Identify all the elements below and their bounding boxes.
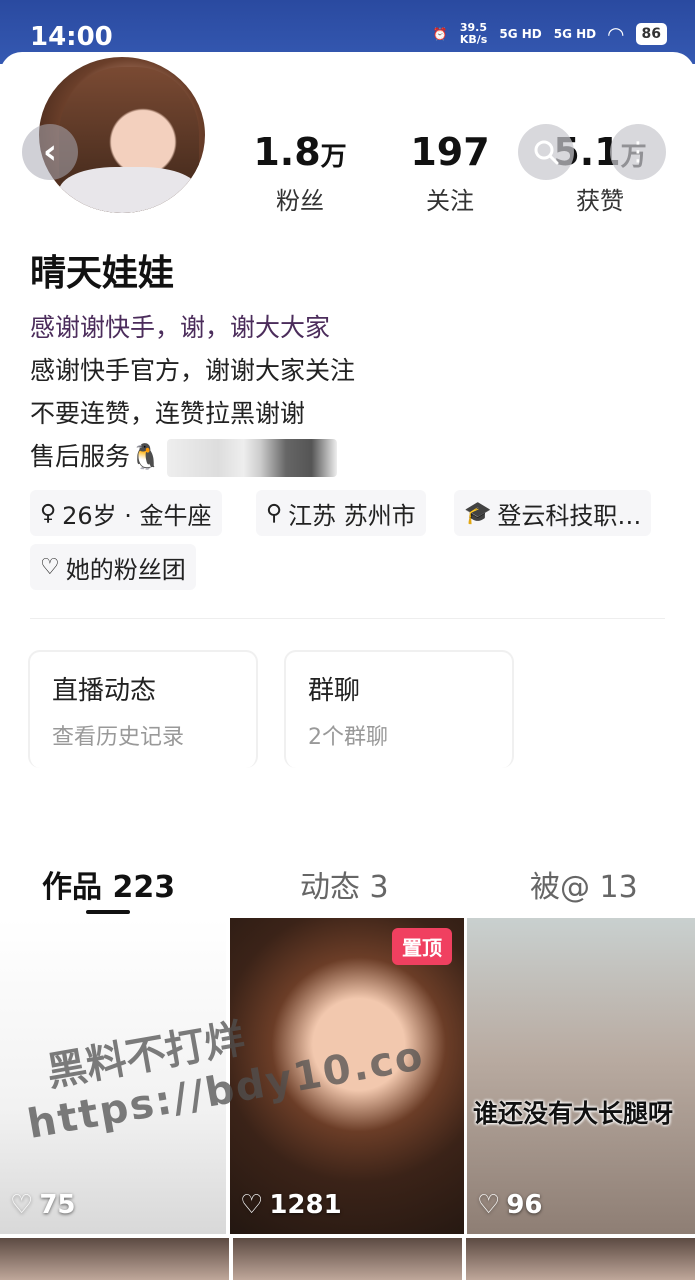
video-thumbnail[interactable]	[466, 1238, 695, 1280]
video-thumbnail[interactable]	[233, 1238, 462, 1280]
graduation-cap-icon: 🎓	[464, 500, 492, 526]
chevron-left-icon: ‹	[42, 132, 57, 172]
heart-outline-icon: ♡	[40, 554, 60, 580]
content-tabs: 作品 223 动态 3 被@ 13	[0, 856, 695, 916]
video-grid: ♡ 75 置顶 ♡ 1281 谁还没有大长腿呀 ♡ 96	[0, 918, 695, 1238]
battery-indicator: 86	[635, 23, 667, 45]
stat-followers[interactable]: 1.8万 粉丝	[230, 130, 370, 216]
tab-mentions[interactable]: 被@ 13	[530, 862, 638, 906]
tab-moments[interactable]: 动态 3	[300, 862, 389, 906]
profile-card: ‹ ⋮ 1.8万 粉丝 197 关注 5.1万 获赞 晴天娃娃 感谢谢快手，谢，…	[0, 52, 695, 1280]
signal-icon: 5G HD	[499, 27, 542, 41]
tab-works[interactable]: 作品 223	[42, 862, 175, 906]
tag-fan-group[interactable]: ♡ 她的粉丝团	[30, 544, 196, 590]
bio-line: 感谢快手官方，谢谢大家关注	[30, 356, 356, 385]
divider	[30, 618, 665, 619]
bio: 感谢谢快手，谢，谢大大家 感谢快手官方，谢谢大家关注 不要连赞，连赞拉黑谢谢 售…	[30, 306, 630, 478]
bio-line: 感谢谢快手，谢，谢大大家	[30, 313, 331, 342]
more-icon: ⋮	[625, 137, 651, 167]
location-pin-icon: ⚲	[266, 500, 283, 526]
heart-icon: ♡	[240, 1190, 264, 1220]
video-caption: 谁还没有大长腿呀	[473, 1099, 674, 1128]
wifi-icon: ◠	[608, 22, 624, 46]
stat-following[interactable]: 197 关注	[380, 130, 520, 216]
video-thumbnail[interactable]: 置顶 ♡ 1281	[230, 918, 464, 1234]
heart-icon: ♡	[477, 1190, 501, 1220]
video-grid-next-row	[0, 1238, 695, 1280]
blurred-contact	[167, 439, 338, 477]
tag-school[interactable]: 🎓 登云科技职…	[454, 490, 652, 536]
signal-icon-2: 5G HD	[553, 27, 597, 41]
tag-age[interactable]: ♀ 26岁 · 金牛座	[30, 490, 222, 536]
back-button[interactable]: ‹	[22, 124, 78, 180]
net-speed: 39.5 KB/s	[459, 21, 488, 46]
active-tab-indicator	[86, 910, 130, 914]
group-chat-card[interactable]: 群聊 2个群聊	[284, 650, 514, 768]
more-button[interactable]: ⋮	[610, 124, 666, 180]
bio-line: 售后服务🐧	[30, 435, 630, 478]
bio-line: 不要连赞，连赞拉黑谢谢	[30, 399, 306, 428]
like-count: ♡ 1281	[240, 1190, 342, 1220]
nickname: 晴天娃娃	[30, 253, 175, 294]
like-count: ♡ 96	[477, 1190, 543, 1220]
search-icon	[534, 140, 559, 165]
video-thumbnail[interactable]: 谁还没有大长腿呀 ♡ 96	[467, 918, 695, 1234]
alarm-icon: ⏰	[432, 27, 448, 41]
status-icons: ⏰ 39.5 KB/s 5G HD 5G HD ◠ 86	[433, 22, 667, 46]
status-time: 14:00	[30, 22, 113, 52]
like-count: ♡ 75	[10, 1190, 76, 1220]
live-history-card[interactable]: 直播动态 查看历史记录	[28, 650, 258, 768]
pinned-badge: 置顶	[392, 928, 452, 965]
video-thumbnail[interactable]: ♡ 75	[0, 918, 226, 1234]
video-thumbnail[interactable]	[0, 1238, 229, 1280]
tag-location[interactable]: ⚲ 江苏 苏州市	[256, 490, 426, 536]
search-button[interactable]	[518, 124, 574, 180]
gender-icon: ♀	[40, 500, 57, 526]
heart-icon: ♡	[10, 1190, 34, 1220]
